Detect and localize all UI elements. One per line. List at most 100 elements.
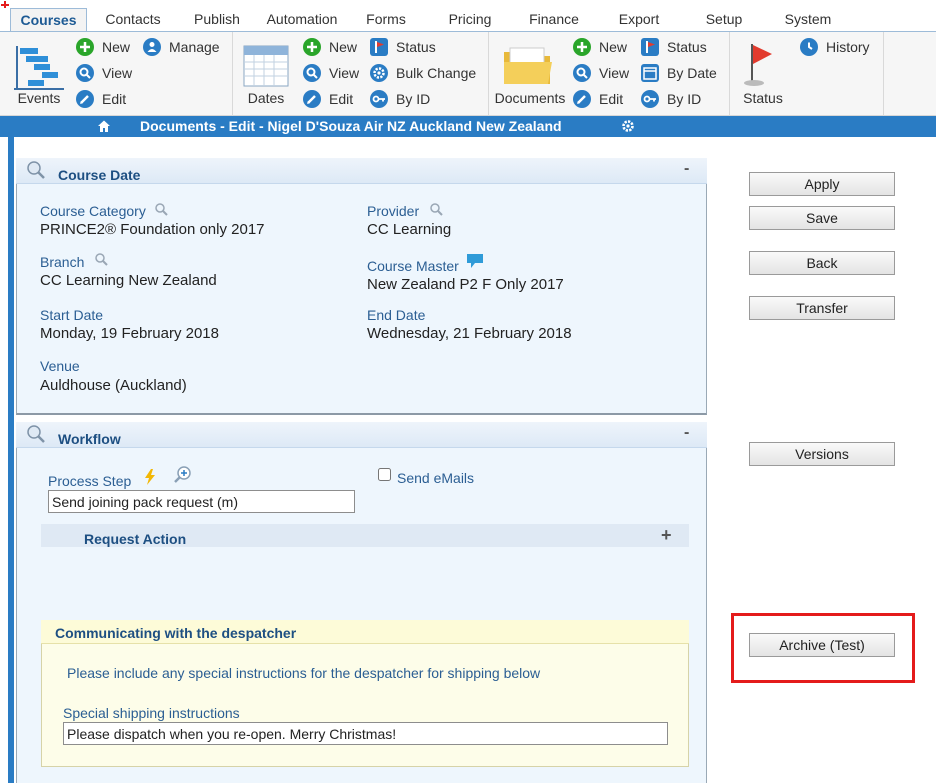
home-icon[interactable] xyxy=(97,119,111,133)
left-accent-bar xyxy=(8,137,14,783)
course-date-header[interactable]: Course Date - xyxy=(16,158,707,184)
tab-automation[interactable]: Automation xyxy=(259,8,345,31)
dates-bulk-change-button[interactable]: Bulk Change xyxy=(370,62,476,84)
save-button[interactable]: Save xyxy=(749,206,895,230)
documents-edit-label: Edit xyxy=(599,91,624,107)
end-date-value: Wednesday, 21 February 2018 xyxy=(367,325,572,342)
tab-system[interactable]: System xyxy=(777,8,839,31)
magnifier-icon xyxy=(76,64,94,82)
lookup-magnifier-icon[interactable] xyxy=(429,202,443,216)
tab-courses[interactable]: Courses xyxy=(10,8,87,31)
documents-view-button[interactable]: View xyxy=(573,62,629,84)
dates-view-label: View xyxy=(329,65,360,81)
ribbon-separator xyxy=(232,32,233,116)
workflow-header[interactable]: Workflow - xyxy=(16,422,707,448)
tab-pricing[interactable]: Pricing xyxy=(439,8,501,31)
venue-value: Auldhouse (Auckland) xyxy=(40,377,187,394)
despatcher-body: Please include any special instructions … xyxy=(41,644,689,767)
pencil-icon xyxy=(573,90,591,108)
request-action-header[interactable]: Request Action + xyxy=(41,524,689,547)
dates-view-button[interactable]: View xyxy=(303,62,359,84)
documents-view-label: View xyxy=(599,65,630,81)
calendar-icon xyxy=(243,45,289,87)
documents-status-button[interactable]: Status xyxy=(641,36,707,58)
workflow-body: Process Step Send eMails Request Action … xyxy=(16,448,707,783)
request-action-expand-button[interactable]: + xyxy=(661,525,672,546)
magnifier-icon xyxy=(573,64,591,82)
tab-setup[interactable]: Setup xyxy=(696,8,752,31)
events-view-button[interactable]: View xyxy=(76,62,132,84)
documents-new-button[interactable]: New xyxy=(573,36,627,58)
settings-gear-icon[interactable] xyxy=(621,119,635,133)
apply-button[interactable]: Apply xyxy=(749,172,895,196)
workflow-collapse-button[interactable]: - xyxy=(684,424,689,442)
archive-highlight-box xyxy=(731,613,915,683)
tab-forms[interactable]: Forms xyxy=(358,8,414,31)
page-title-bar: Documents - Edit - Nigel D'Souza Air NZ … xyxy=(0,116,936,137)
provider-label: Provider xyxy=(367,203,420,219)
tab-contacts[interactable]: Contacts xyxy=(96,8,170,31)
documents-new-label: New xyxy=(599,39,628,55)
flag-icon xyxy=(641,38,659,56)
clock-icon xyxy=(800,38,818,56)
provider-value: CC Learning xyxy=(367,221,452,238)
ribbon-separator xyxy=(883,32,884,116)
dates-by-id-button[interactable]: By ID xyxy=(370,88,430,110)
pencil-icon xyxy=(76,90,94,108)
course-master-label: Course Master xyxy=(367,258,459,274)
events-manage-label: Manage xyxy=(169,39,220,55)
status-flag-icon xyxy=(744,44,772,86)
plus-icon xyxy=(303,38,321,56)
documents-by-date-button[interactable]: By Date xyxy=(641,62,717,84)
events-new-label: New xyxy=(102,39,131,55)
course-date-collapse-button[interactable]: - xyxy=(684,160,689,178)
key-icon xyxy=(370,90,388,108)
events-button[interactable]: Events xyxy=(10,90,68,106)
magnifier-icon xyxy=(303,64,321,82)
status-history-button[interactable]: History xyxy=(800,36,870,58)
comment-bubble-icon[interactable] xyxy=(466,253,484,269)
venue-label: Venue xyxy=(40,358,80,374)
despatcher-instructions: Please include any special instructions … xyxy=(67,665,541,681)
course-category-label: Course Category xyxy=(40,203,146,219)
ribbon-separator xyxy=(488,32,489,116)
documents-edit-button[interactable]: Edit xyxy=(573,88,623,110)
folder-icon xyxy=(504,47,552,84)
dates-status-button[interactable]: Status xyxy=(370,36,436,58)
lookup-magnifier-icon[interactable] xyxy=(154,202,168,216)
tab-finance[interactable]: Finance xyxy=(522,8,586,31)
transfer-button[interactable]: Transfer xyxy=(749,296,895,320)
tab-export[interactable]: Export xyxy=(611,8,667,31)
branch-label: Branch xyxy=(40,254,85,270)
dates-new-button[interactable]: New xyxy=(303,36,357,58)
events-manage-button[interactable]: Manage xyxy=(143,36,220,58)
versions-button[interactable]: Versions xyxy=(749,442,895,466)
course-date-body: Course Category PRINCE2® Foundation only… xyxy=(16,184,707,415)
documents-by-date-label: By Date xyxy=(667,65,717,81)
events-edit-button[interactable]: Edit xyxy=(76,88,126,110)
zoom-in-icon[interactable] xyxy=(173,465,193,485)
documents-by-id-button[interactable]: By ID xyxy=(641,88,701,110)
ribbon-separator xyxy=(729,32,730,116)
flag-icon xyxy=(370,38,388,56)
status-button[interactable]: Status xyxy=(738,90,788,106)
request-action-title: Request Action xyxy=(84,531,187,547)
events-new-button[interactable]: New xyxy=(76,36,130,58)
dates-status-label: Status xyxy=(396,39,436,55)
tab-publish[interactable]: Publish xyxy=(184,8,250,31)
gantt-chart-icon xyxy=(14,46,64,90)
dates-edit-label: Edit xyxy=(329,91,354,107)
back-button[interactable]: Back xyxy=(749,251,895,275)
despatcher-title: Communicating with the despatcher xyxy=(55,625,297,641)
dates-button[interactable]: Dates xyxy=(240,90,292,106)
send-emails-checkbox[interactable] xyxy=(378,468,391,481)
manage-users-icon xyxy=(143,38,161,56)
documents-button[interactable]: Documents xyxy=(494,90,566,106)
lookup-magnifier-icon[interactable] xyxy=(94,252,108,266)
process-step-input[interactable] xyxy=(48,490,355,513)
dates-edit-button[interactable]: Edit xyxy=(303,88,353,110)
magnifier-icon xyxy=(27,161,45,179)
dates-by-id-label: By ID xyxy=(396,91,431,107)
lightning-icon[interactable] xyxy=(144,469,156,485)
shipping-instructions-input[interactable] xyxy=(63,722,668,745)
